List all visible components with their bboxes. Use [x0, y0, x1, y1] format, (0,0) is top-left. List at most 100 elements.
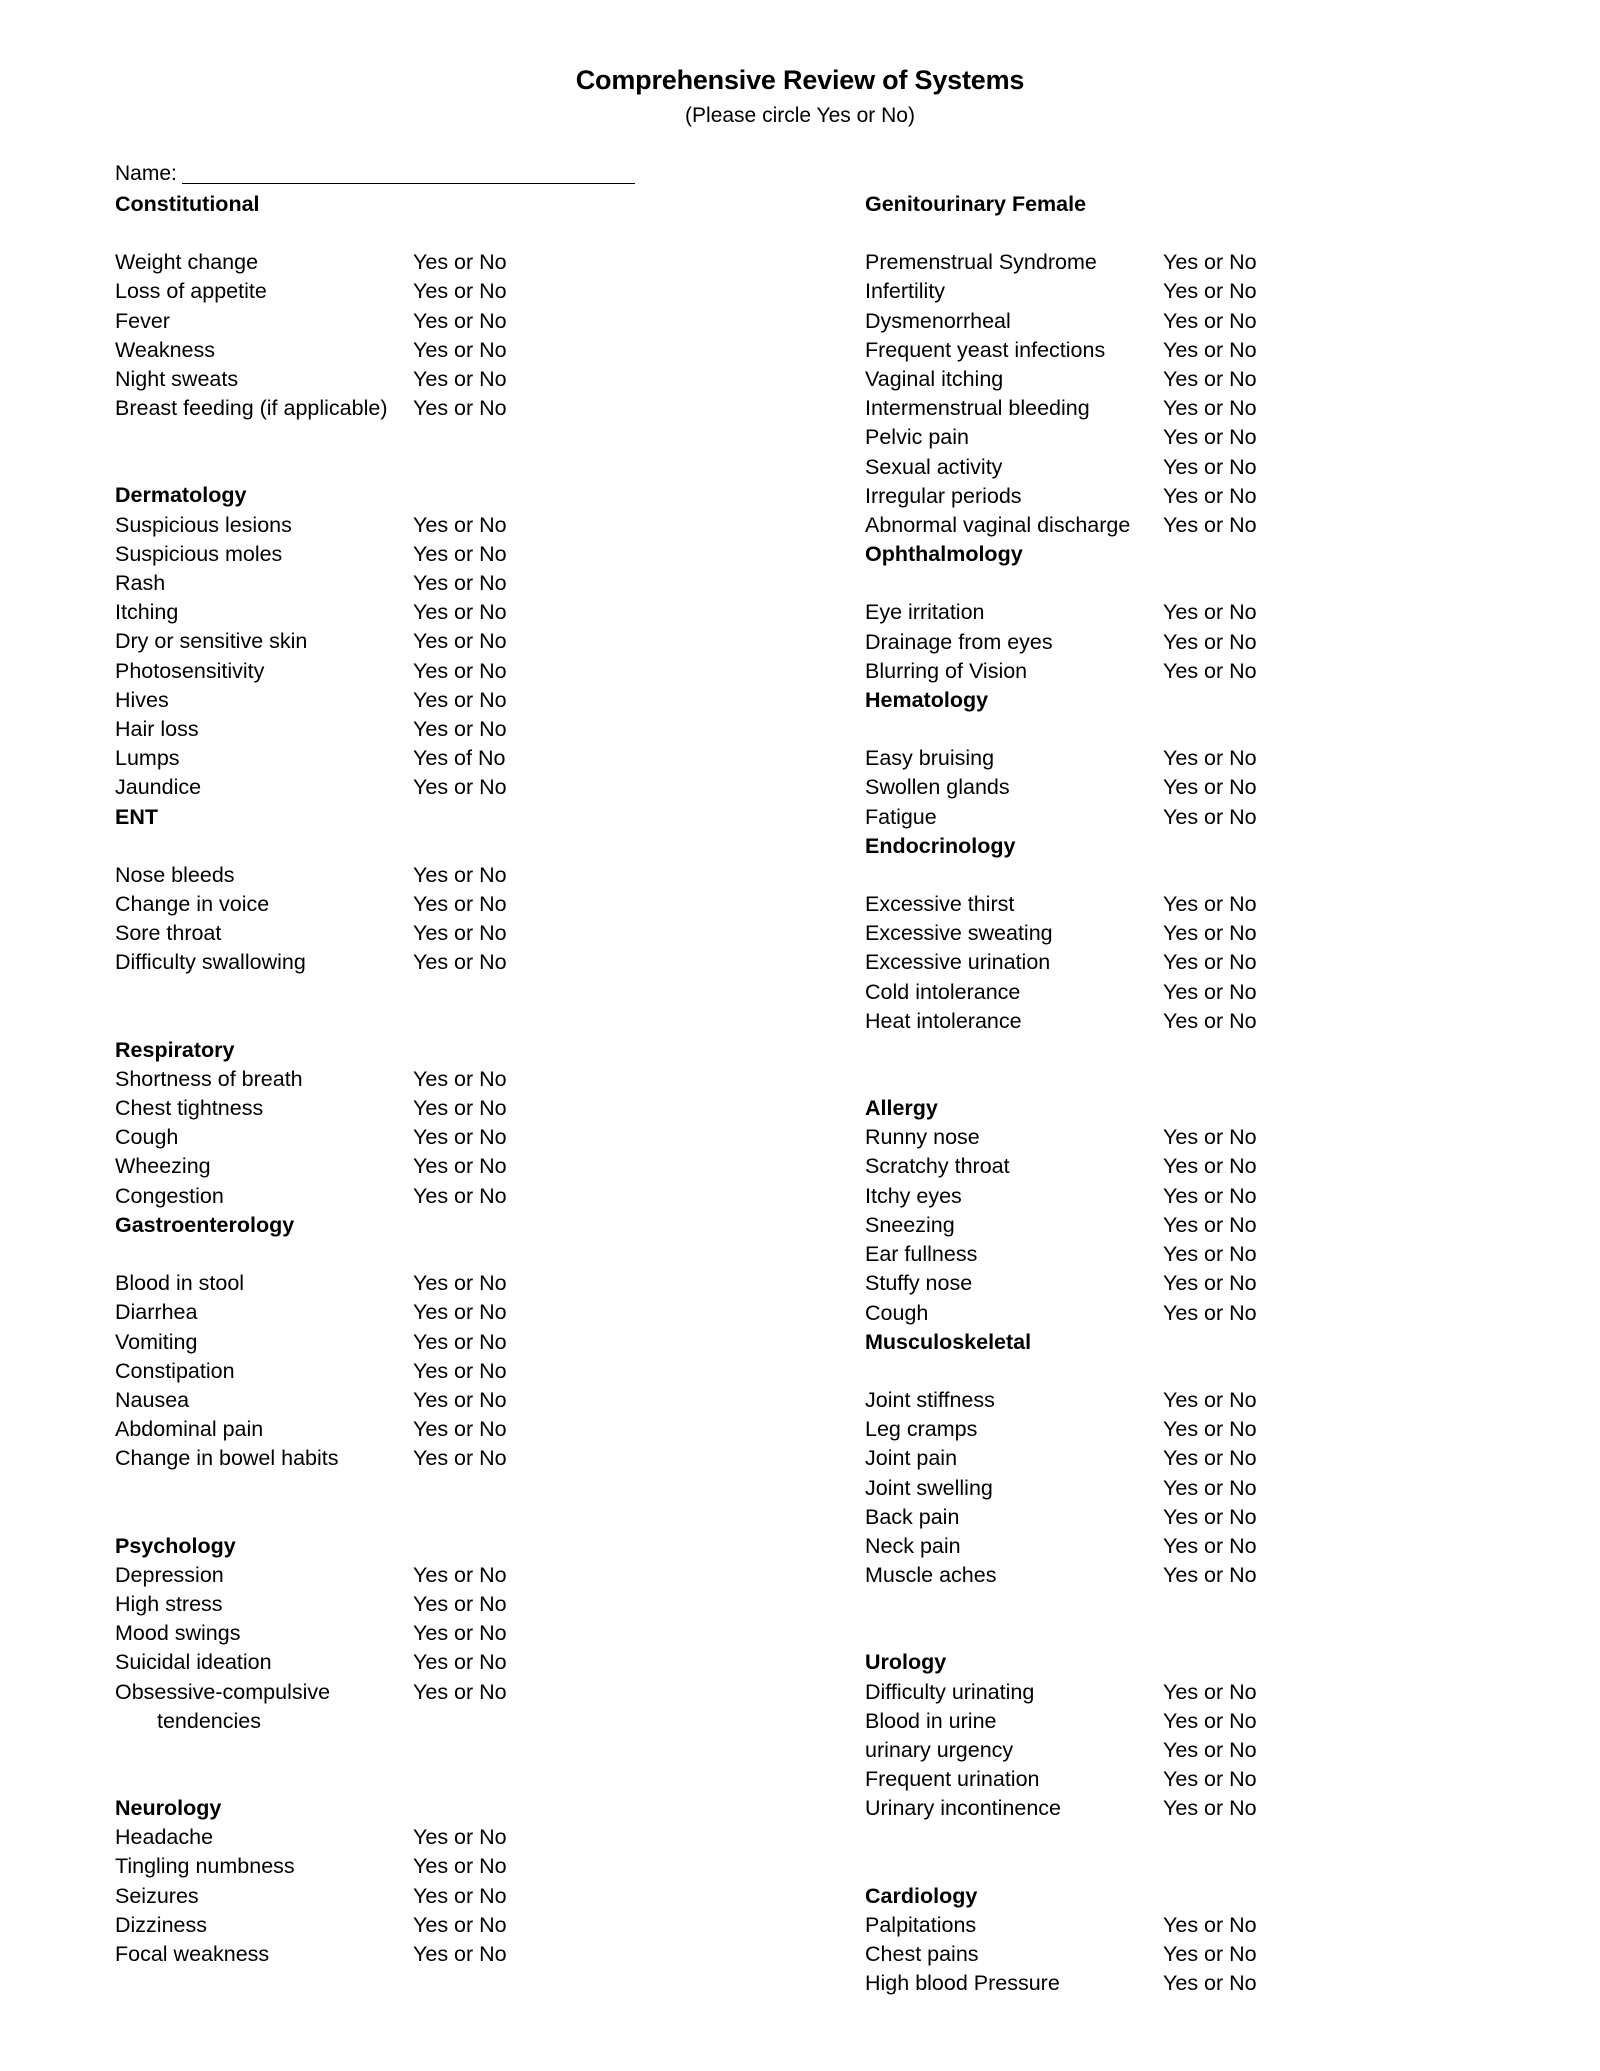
- yes-no-answer[interactable]: Yes or No: [413, 1852, 507, 1881]
- yes-no-answer[interactable]: Yes or No: [1163, 1736, 1257, 1765]
- yes-no-answer[interactable]: Yes or No: [413, 336, 507, 365]
- yes-no-answer[interactable]: Yes or No: [1163, 1386, 1257, 1415]
- yes-no-answer[interactable]: Yes or No: [413, 715, 507, 744]
- yes-no-answer[interactable]: Yes or No: [1163, 1532, 1257, 1561]
- yes-no-answer[interactable]: Yes or No: [1163, 1940, 1257, 1969]
- yes-no-answer[interactable]: Yes or No: [1163, 277, 1257, 306]
- symptom-label: urinary urgency: [865, 1737, 1014, 1762]
- symptom-label: Stuffy nose: [865, 1271, 973, 1296]
- symptom-label: Leg cramps: [865, 1417, 978, 1442]
- yes-no-answer[interactable]: Yes or No: [413, 1298, 507, 1327]
- yes-no-answer[interactable]: Yes or No: [413, 1882, 507, 1911]
- yes-no-answer[interactable]: Yes or No: [413, 686, 507, 715]
- symptom-row: Weakness Yes or No: [115, 336, 700, 365]
- symptom-label: Drainage from eyes: [865, 629, 1053, 654]
- yes-no-answer[interactable]: Yes or No: [413, 1823, 507, 1852]
- symptom-row: Scratchy throat Yes or No: [865, 1152, 1480, 1181]
- yes-no-answer[interactable]: Yes or No: [1163, 1678, 1257, 1707]
- yes-no-answer[interactable]: Yes or No: [1163, 1152, 1257, 1181]
- yes-no-answer[interactable]: Yes or No: [413, 1182, 507, 1211]
- yes-no-answer[interactable]: Yes or No: [1163, 1911, 1257, 1940]
- yes-no-answer[interactable]: Yes or No: [413, 1094, 507, 1123]
- yes-no-answer[interactable]: Yes or No: [413, 598, 507, 627]
- yes-no-answer[interactable]: Yes or No: [1163, 1007, 1257, 1036]
- yes-no-answer[interactable]: Yes or No: [1163, 773, 1257, 802]
- yes-no-answer[interactable]: Yes or No: [1163, 919, 1257, 948]
- yes-no-answer[interactable]: Yes or No: [1163, 511, 1257, 540]
- yes-no-answer[interactable]: Yes or No: [413, 569, 507, 598]
- section-hematology: Hematology Easy bruising Yes or No Swollen …: [865, 686, 1480, 832]
- yes-no-answer[interactable]: Yes or No: [413, 1415, 507, 1444]
- symptom-label: Lumps: [115, 746, 180, 771]
- symptom-row: Loss of appetite Yes or No: [115, 277, 700, 306]
- yes-no-answer[interactable]: Yes or No: [413, 861, 507, 890]
- yes-no-answer[interactable]: Yes or No: [1163, 453, 1257, 482]
- yes-no-answer[interactable]: Yes or No: [1163, 1269, 1257, 1298]
- symptom-row: Joint pain Yes or No: [865, 1444, 1480, 1473]
- yes-no-answer[interactable]: Yes or No: [1163, 978, 1257, 1007]
- yes-no-answer[interactable]: Yes or No: [1163, 365, 1257, 394]
- yes-no-answer[interactable]: Yes or No: [1163, 890, 1257, 919]
- yes-no-answer[interactable]: Yes or No: [1163, 803, 1257, 832]
- yes-no-answer[interactable]: Yes or No: [413, 540, 507, 569]
- yes-no-answer[interactable]: Yes or No: [1163, 628, 1257, 657]
- yes-no-answer[interactable]: Yes or No: [1163, 1123, 1257, 1152]
- yes-no-answer[interactable]: Yes or No: [413, 1561, 507, 1590]
- yes-no-answer[interactable]: Yes or No: [1163, 1211, 1257, 1240]
- yes-no-answer[interactable]: Yes or No: [1163, 1240, 1257, 1269]
- yes-no-answer[interactable]: Yes or No: [1163, 1182, 1257, 1211]
- yes-no-answer[interactable]: Yes or No: [1163, 336, 1257, 365]
- yes-no-answer[interactable]: Yes or No: [1163, 1561, 1257, 1590]
- yes-no-answer[interactable]: Yes or No: [413, 1940, 507, 1969]
- yes-no-answer[interactable]: Yes or No: [413, 1328, 507, 1357]
- yes-no-answer[interactable]: Yes or No: [1163, 1794, 1257, 1823]
- yes-no-answer[interactable]: Yes or No: [413, 627, 507, 656]
- yes-no-answer[interactable]: Yes or No: [413, 1590, 507, 1619]
- yes-no-answer[interactable]: Yes or No: [413, 1678, 507, 1707]
- yes-no-answer[interactable]: Yes or No: [1163, 423, 1257, 452]
- yes-no-answer[interactable]: Yes or No: [413, 307, 507, 336]
- yes-no-answer[interactable]: Yes or No: [1163, 1765, 1257, 1794]
- yes-no-answer[interactable]: Yes or No: [413, 394, 507, 423]
- yes-no-answer[interactable]: Yes or No: [1163, 1503, 1257, 1532]
- yes-no-answer[interactable]: Yes or No: [413, 1648, 507, 1677]
- symptom-label: Cold intolerance: [865, 979, 1021, 1004]
- yes-no-answer[interactable]: Yes or No: [1163, 948, 1257, 977]
- yes-no-answer[interactable]: Yes or No: [413, 1123, 507, 1152]
- yes-no-answer[interactable]: Yes or No: [1163, 598, 1257, 627]
- yes-no-answer[interactable]: Yes or No: [1163, 744, 1257, 773]
- yes-no-answer[interactable]: Yes or No: [1163, 1415, 1257, 1444]
- yes-no-answer[interactable]: Yes or No: [413, 1269, 507, 1298]
- yes-no-answer[interactable]: Yes or No: [1163, 1474, 1257, 1503]
- yes-no-answer[interactable]: Yes or No: [413, 773, 507, 802]
- yes-no-answer[interactable]: Yes or No: [1163, 482, 1257, 511]
- yes-no-answer[interactable]: Yes or No: [413, 248, 507, 277]
- yes-no-answer[interactable]: Yes or No: [413, 919, 507, 948]
- symptom-row: Palpitations Yes or No: [865, 1911, 1480, 1940]
- yes-no-answer[interactable]: Yes or No: [413, 1619, 507, 1648]
- yes-no-answer[interactable]: Yes or No: [1163, 657, 1257, 686]
- yes-no-answer[interactable]: Yes or No: [413, 511, 507, 540]
- symptom-row: urinary urgency Yes or No: [865, 1736, 1480, 1765]
- yes-no-answer[interactable]: Yes or No: [1163, 1969, 1257, 1998]
- yes-no-answer[interactable]: Yes or No: [413, 365, 507, 394]
- yes-no-answer[interactable]: Yes or No: [1163, 1444, 1257, 1473]
- symptom-label: Loss of appetite: [115, 279, 267, 304]
- yes-no-answer[interactable]: Yes or No: [413, 1386, 507, 1415]
- yes-no-answer[interactable]: Yes or No: [1163, 394, 1257, 423]
- yes-no-answer[interactable]: Yes or No: [1163, 1299, 1257, 1328]
- yes-no-answer[interactable]: Yes or No: [413, 1357, 507, 1386]
- name-input[interactable]: [181, 170, 635, 184]
- yes-no-answer[interactable]: Yes or No: [413, 948, 507, 977]
- yes-no-answer[interactable]: Yes or No: [413, 890, 507, 919]
- yes-no-answer[interactable]: Yes or No: [413, 277, 507, 306]
- yes-no-answer[interactable]: Yes of No: [413, 744, 505, 773]
- yes-no-answer[interactable]: Yes or No: [1163, 1707, 1257, 1736]
- yes-no-answer[interactable]: Yes or No: [413, 1152, 507, 1181]
- yes-no-answer[interactable]: Yes or No: [413, 1911, 507, 1940]
- yes-no-answer[interactable]: Yes or No: [1163, 307, 1257, 336]
- yes-no-answer[interactable]: Yes or No: [1163, 248, 1257, 277]
- yes-no-answer[interactable]: Yes or No: [413, 1065, 507, 1094]
- yes-no-answer[interactable]: Yes or No: [413, 1444, 507, 1473]
- yes-no-answer[interactable]: Yes or No: [413, 657, 507, 686]
